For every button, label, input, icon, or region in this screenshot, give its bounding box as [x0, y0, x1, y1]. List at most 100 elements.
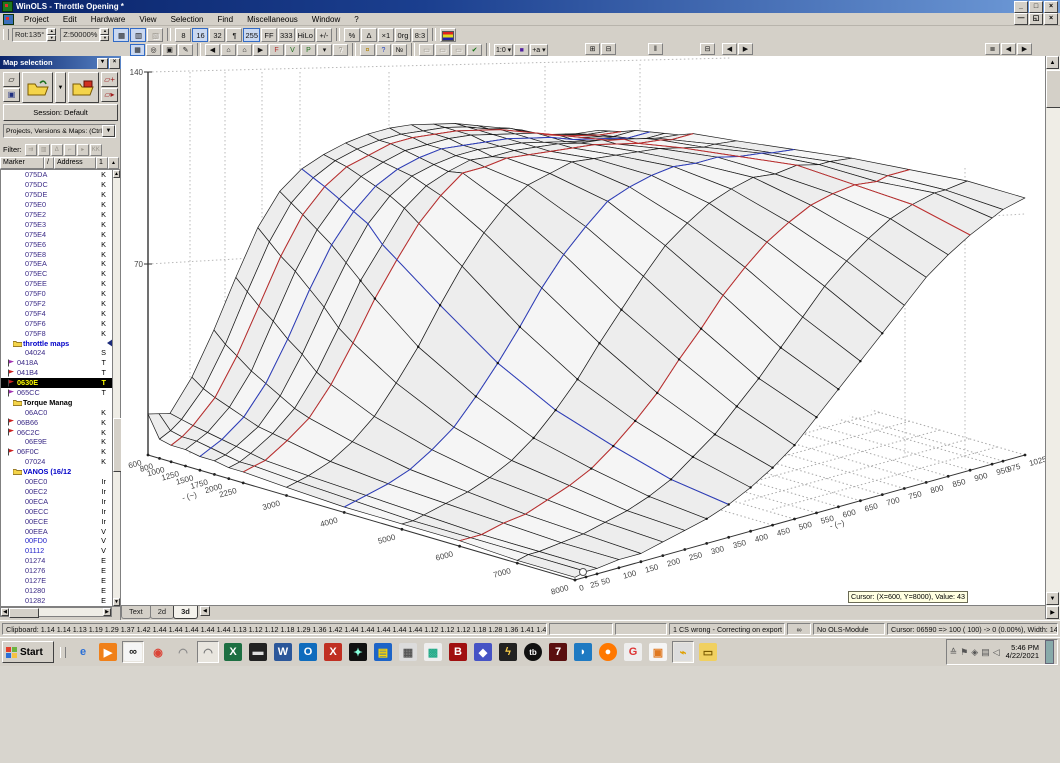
byteorder-button[interactable]: HiLo — [295, 27, 315, 42]
map-list-row[interactable]: 075E2 K — [1, 210, 112, 220]
menu-selection[interactable]: Selection — [164, 13, 211, 26]
show-factor-button[interactable]: F — [269, 43, 284, 56]
panel-close-button[interactable]: × — [109, 58, 120, 69]
new-map-button[interactable]: ▱ — [3, 72, 20, 87]
mdi-close-button[interactable]: × — [1044, 13, 1058, 25]
save-button[interactable]: ▣ — [3, 87, 20, 102]
show-desktop-button[interactable] — [1045, 640, 1054, 664]
width-8bit-button[interactable]: 8 — [175, 27, 192, 42]
map-list-row[interactable]: 075F0 K — [1, 289, 112, 299]
lightning-app-icon[interactable]: ϟ — [497, 641, 519, 663]
dark-app-icon[interactable]: ✦ — [347, 641, 369, 663]
folder-icon[interactable]: ▭ — [697, 641, 719, 663]
menu-miscellaneous[interactable]: Miscellaneous — [240, 13, 305, 26]
map-list-row[interactable]: 075DC K — [1, 180, 112, 190]
nav-prev-button[interactable]: ◀ — [722, 43, 737, 55]
map-list-row[interactable]: 06E9E K — [1, 437, 112, 447]
precision-dropdown[interactable]: 1:0 ▾ — [494, 43, 514, 56]
word-icon[interactable]: W — [272, 641, 294, 663]
map-list-row[interactable]: 07024 K — [1, 457, 112, 467]
minimize-button[interactable]: _ — [1014, 0, 1028, 13]
context-help-button[interactable]: № — [392, 43, 407, 56]
checksum-button[interactable]: ✔ — [467, 43, 482, 56]
map-list-row[interactable]: 0418A T — [1, 358, 112, 368]
map-list-row[interactable]: 0127E E — [1, 576, 112, 586]
gforce-icon[interactable]: G — [622, 641, 644, 663]
red-x-app-icon[interactable]: X — [322, 641, 344, 663]
map-list-row[interactable]: 075DA K — [1, 170, 112, 180]
original-button[interactable]: 0rg — [394, 27, 411, 42]
zoom-spinner[interactable]: ▲ ▼ — [100, 28, 110, 41]
open-dropdown-button[interactable]: ▼ — [55, 72, 66, 103]
rotation-spinner[interactable]: ▲ ▼ — [47, 28, 57, 41]
map-list-row[interactable]: 06F0C K — [1, 447, 112, 457]
panel-pin-button[interactable]: ▾ — [97, 58, 108, 69]
zoom-tool-button[interactable]: ◎ — [146, 43, 161, 56]
difference-button[interactable]: Δ — [360, 27, 377, 42]
rotation-field[interactable]: Rot:135° — [12, 27, 48, 42]
map-list-row[interactable]: 00ECA Ir — [1, 496, 112, 506]
colors-button[interactable] — [439, 27, 456, 42]
map-list-row[interactable]: 01276 E — [1, 566, 112, 576]
map-list-row[interactable]: 065CC T — [1, 388, 112, 398]
zoom-field[interactable]: Z:50000% — [60, 27, 101, 42]
ratio-button[interactable]: 8:3 — [411, 27, 428, 42]
factor-button[interactable]: ×1 — [377, 27, 394, 42]
thunderbird-tb-icon[interactable]: tb — [522, 641, 544, 663]
open-project-button[interactable] — [22, 72, 54, 103]
view-2d-button[interactable]: ▦ — [113, 27, 130, 42]
map-list-row[interactable]: 075E4 K — [1, 229, 112, 239]
tab-text[interactable]: Text — [121, 606, 151, 619]
tile-horizontal-button[interactable]: ⊞ — [585, 43, 600, 55]
clamp-tool-pressed-icon[interactable]: ◠ — [197, 641, 219, 663]
map-add-button[interactable]: ▱+ — [101, 72, 118, 87]
map-list-row[interactable]: Torque Manag — [1, 397, 112, 407]
calculator-icon[interactable]: ▦ — [397, 641, 419, 663]
map-list-row[interactable]: 075F4 K — [1, 308, 112, 318]
column-header-1[interactable]: 1 — [96, 157, 108, 169]
tab-scroll-left-button[interactable]: ◀ — [199, 606, 210, 616]
tile-vertical-button[interactable]: ⊟ — [601, 43, 616, 55]
signed-button[interactable]: +/- — [315, 27, 332, 42]
map-list-row[interactable]: 0630E T — [1, 377, 112, 388]
split-view-button[interactable]: ‖ — [648, 43, 663, 55]
menu-?[interactable]: ? — [347, 13, 365, 26]
next-version-button[interactable]: ▶ — [253, 43, 268, 56]
view-3d-button[interactable]: ▥ — [130, 27, 147, 42]
map-list-hscrollbar[interactable]: ◀ ▶ — [0, 607, 112, 618]
scope-combobox[interactable]: Projects, Versions & Maps: (Ctrl ▼ — [3, 124, 116, 138]
page-next-button[interactable]: ▶ — [1017, 43, 1032, 55]
outlook-icon[interactable]: O — [297, 641, 319, 663]
menu-find[interactable]: Find — [211, 13, 241, 26]
map-list-row[interactable]: 00EC0 Ir — [1, 477, 112, 487]
map-app-icon[interactable]: ▩ — [422, 641, 444, 663]
map-list-row[interactable]: 00ECE Ir — [1, 516, 112, 526]
close-button[interactable]: × — [1044, 0, 1058, 13]
menu-edit[interactable]: Edit — [56, 13, 84, 26]
cascade-button[interactable]: ⊟ — [700, 43, 715, 55]
list-button[interactable]: ≣ — [985, 43, 1000, 55]
clamp-tool-icon[interactable]: ◠ — [172, 641, 194, 663]
nav-next-button[interactable]: ▶ — [738, 43, 753, 55]
map-list-row[interactable]: 075DE K — [1, 190, 112, 200]
map-list-row[interactable]: 075E0 K — [1, 200, 112, 210]
map-list-row[interactable]: 075F2 K — [1, 299, 112, 309]
media-player-icon[interactable]: ▶ — [97, 641, 119, 663]
box-app-icon[interactable]: ▣ — [647, 641, 669, 663]
tray-display-icon[interactable]: ▤ — [981, 647, 990, 658]
internet-explorer-icon[interactable]: e — [72, 641, 94, 663]
cubes-app-icon[interactable]: ◆ — [472, 641, 494, 663]
hscroll-thumb[interactable] — [9, 608, 39, 618]
menu-view[interactable]: View — [132, 13, 163, 26]
chrome-icon[interactable]: ◉ — [147, 641, 169, 663]
map-list-row[interactable]: 075EC K — [1, 269, 112, 279]
cursor-marker[interactable] — [579, 568, 587, 576]
red-b-app-icon[interactable]: B — [447, 641, 469, 663]
wrench-icon[interactable]: ⌁ — [672, 641, 694, 663]
map-list-row[interactable]: 075E3 K — [1, 219, 112, 229]
map-list-row[interactable]: throttle maps — [1, 338, 112, 348]
tray-volume-icon[interactable]: ◁ — [993, 647, 1000, 658]
map-list-button[interactable]: ▦ — [130, 43, 145, 56]
map-list-vscrollbar[interactable]: ▲ ▼ — [112, 169, 122, 607]
mdi-restore-button[interactable]: ◱ — [1029, 13, 1043, 25]
